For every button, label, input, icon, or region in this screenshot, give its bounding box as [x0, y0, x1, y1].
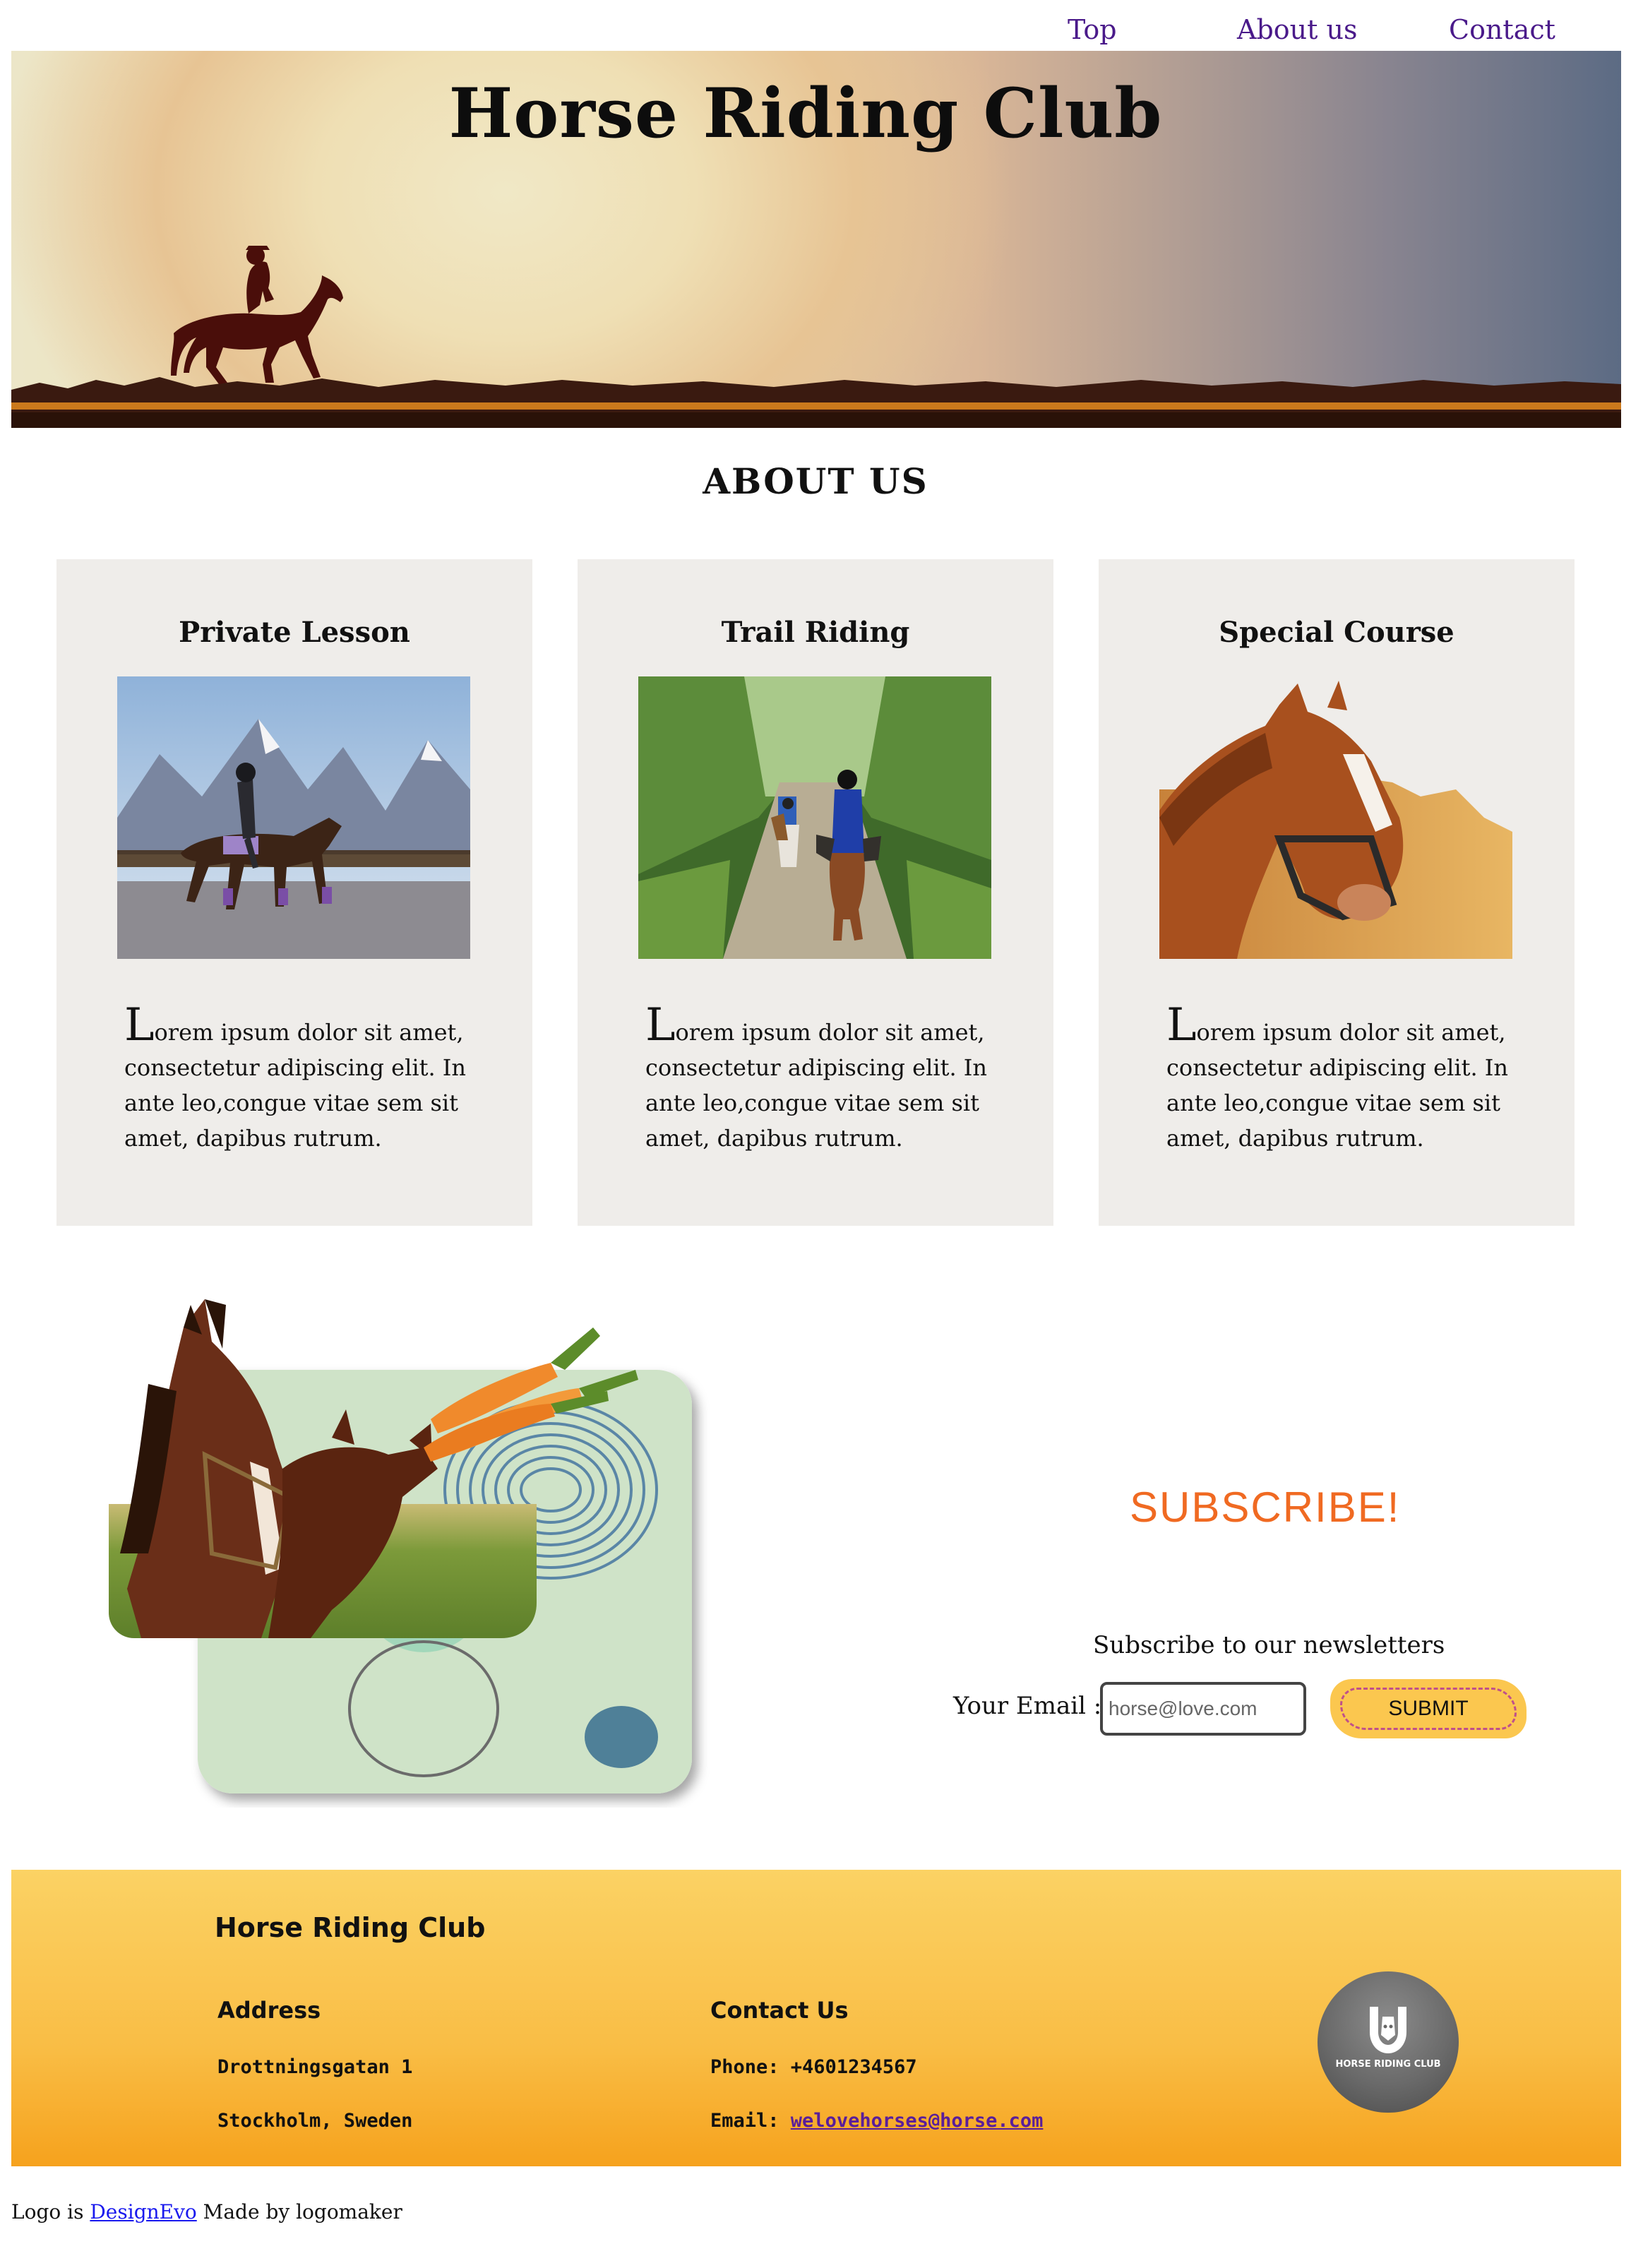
address-heading: Address — [217, 1997, 321, 2024]
address-line-2: Stockholm, Sweden — [217, 2110, 413, 2132]
hero-banner: Horse Riding Club — [11, 51, 1621, 428]
footer-brand: Horse Riding Club — [215, 1912, 486, 1943]
card-text: orem ipsum dolor sit amet, consectetur a… — [1166, 1019, 1509, 1152]
card-description: Lorem ipsum dolor sit amet, consectetur … — [124, 1003, 477, 1156]
logo-credit: Logo is DesignEvo Made by logomaker — [11, 2200, 402, 2224]
top-navigation: Top About us Contact — [0, 14, 1631, 52]
card-private-lesson: Private Lesson Lorem ipsum dolor sit ame… — [56, 559, 532, 1226]
nav-link-about-us[interactable]: About us — [1237, 14, 1357, 45]
newsletter-text: Subscribe to our newsletters — [1093, 1631, 1445, 1659]
special-course-image — [1159, 676, 1512, 959]
credit-suffix: Made by logomaker — [196, 2200, 402, 2224]
horseshoe-icon — [1370, 2007, 1406, 2053]
nav-link-top[interactable]: Top — [1068, 14, 1117, 45]
card-title: Trail Riding — [721, 616, 910, 649]
phone-number: Phone: +4601234567 — [710, 2056, 917, 2078]
email-prefix: Email: — [710, 2110, 791, 2132]
logo-text: HORSE RIDING CLUB — [1335, 2059, 1441, 2070]
drop-cap: L — [124, 999, 155, 1051]
card-title: Special Course — [1219, 616, 1454, 649]
contact-heading: Contact Us — [710, 1997, 849, 2024]
club-logo: HORSE RIDING CLUB — [1318, 1971, 1459, 2113]
about-us-heading: ABOUT US — [703, 460, 928, 502]
card-description: Lorem ipsum dolor sit amet, consectetur … — [645, 1003, 998, 1156]
footer: Horse Riding Club Address Drottningsgata… — [11, 1870, 1621, 2166]
card-trail-riding: Trail Riding Lorem ipsum dolor sit amet,… — [578, 559, 1053, 1226]
submit-button[interactable]: SUBMIT — [1330, 1679, 1527, 1738]
card-special-course: Special Course Lorem ipsum dolor sit ame… — [1099, 559, 1575, 1226]
subscribe-heading: SUBSCRIBE! — [1130, 1484, 1401, 1531]
horses-carrots-collage-image — [99, 1285, 720, 1808]
submit-label: SUBMIT — [1388, 1697, 1469, 1720]
email-label: Your Email : — [953, 1692, 1102, 1720]
drop-cap: L — [645, 999, 676, 1051]
trail-riding-image — [638, 676, 991, 959]
email-line: Email: welovehorses@horse.com — [710, 2110, 1043, 2132]
card-text: orem ipsum dolor sit amet, consectetur a… — [645, 1019, 988, 1152]
card-text: orem ipsum dolor sit amet, consectetur a… — [124, 1019, 467, 1152]
site-title: Horse Riding Club — [448, 73, 1163, 153]
private-lesson-image — [117, 676, 470, 959]
credit-prefix: Logo is — [11, 2200, 90, 2224]
email-input[interactable] — [1100, 1682, 1306, 1736]
drop-cap: L — [1166, 999, 1197, 1051]
card-description: Lorem ipsum dolor sit amet, consectetur … — [1166, 1003, 1519, 1156]
designevo-link[interactable]: DesignEvo — [90, 2200, 196, 2224]
card-title: Private Lesson — [179, 616, 410, 649]
email-link[interactable]: welovehorses@horse.com — [791, 2110, 1044, 2132]
nav-link-contact[interactable]: Contact — [1449, 14, 1555, 45]
address-line-1: Drottningsgatan 1 — [217, 2056, 413, 2078]
